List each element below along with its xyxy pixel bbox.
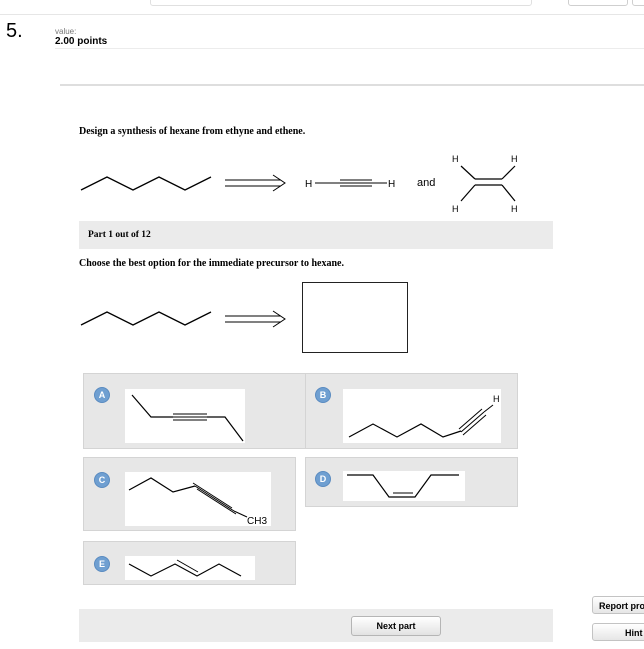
top-toolbar-edge	[150, 0, 532, 6]
question-text: Design a synthesis of hexane from ethyne…	[79, 126, 306, 137]
footer-bar	[79, 609, 553, 642]
ethyne-triple-bond	[340, 179, 372, 187]
option-a-badge: A	[94, 387, 110, 403]
top-toolbar-button-2[interactable]	[632, 0, 644, 6]
and-label: and	[417, 177, 435, 189]
option-b-badge: B	[315, 387, 331, 403]
next-part-button[interactable]: Next part	[351, 616, 441, 636]
answer-drop-box[interactable]	[302, 282, 408, 353]
hint-button[interactable]: Hint	[592, 623, 644, 641]
points-value: 2.00 points	[55, 36, 108, 47]
ethyne-h-right: H	[388, 179, 395, 190]
option-b-structure: H	[348, 394, 500, 438]
option-d-badge: D	[315, 471, 331, 487]
option-e-badge: E	[94, 556, 110, 572]
ethene-h1: H	[452, 154, 459, 164]
option-e-structure	[128, 559, 242, 577]
target-scheme	[80, 310, 286, 328]
option-d-structure	[347, 474, 459, 498]
part-label: Part 1 out of 12	[88, 230, 151, 240]
question-number: 5.	[6, 20, 23, 42]
hexane-skeleton	[80, 176, 212, 191]
top-toolbar-button[interactable]	[568, 0, 628, 6]
divider	[55, 48, 644, 49]
option-b-h-label: H	[493, 394, 500, 404]
value-label: value:	[55, 27, 77, 36]
option-c-badge: C	[94, 472, 110, 488]
option-e[interactable]: E	[83, 541, 296, 585]
part-prompt: Choose the best option for the immediate…	[79, 258, 344, 269]
reaction-scheme: H H and H H H H	[80, 154, 518, 214]
retro-arrow	[225, 174, 286, 192]
ethene-h4: H	[511, 204, 518, 214]
ethyne-h-left: H	[305, 179, 312, 190]
option-b[interactable]: H B	[305, 373, 518, 449]
report-problem-button[interactable]: Report problem	[592, 596, 644, 614]
divider-2	[60, 84, 644, 86]
option-a-structure	[131, 394, 244, 442]
ethene-structure	[460, 165, 516, 202]
option-d[interactable]: D	[305, 457, 518, 507]
option-c-structure: CH3	[128, 477, 267, 527]
option-a[interactable]: A	[83, 373, 325, 449]
ethene-h3: H	[452, 204, 459, 214]
hexane-skeleton-2	[80, 311, 212, 326]
option-c-ch3-label: CH3	[247, 516, 267, 527]
retro-arrow-2	[225, 310, 286, 328]
option-c[interactable]: CH3 C	[83, 457, 296, 531]
ethene-h2: H	[511, 154, 518, 164]
